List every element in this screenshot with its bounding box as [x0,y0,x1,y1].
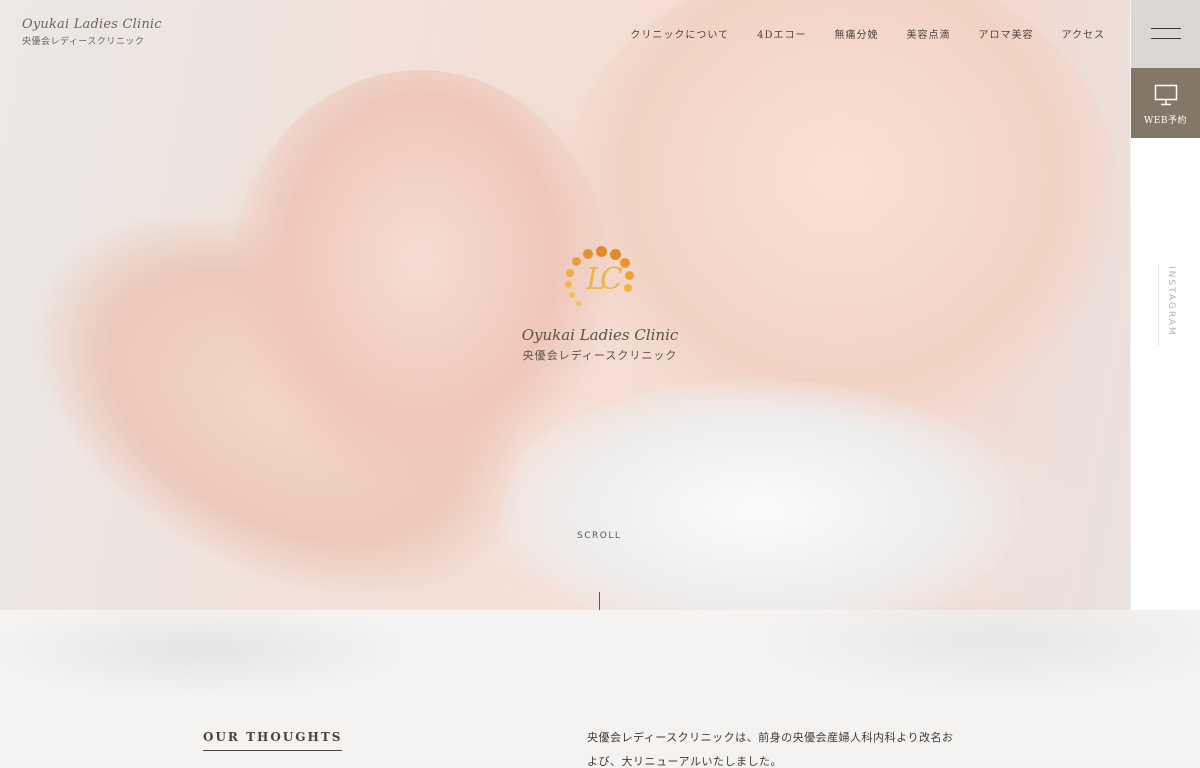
page: Oyukai Ladies Clinic 央優会レディースクリニック クリニック… [0,0,1200,768]
section-intro-text: 央優会レディースクリニックは、前身の央優会産婦人科内科より改名および、大リニュー… [587,731,954,768]
nav-item-painless-delivery[interactable]: 無痛分娩 [835,26,879,41]
nav-item-access[interactable]: アクセス [1062,26,1106,41]
global-nav: クリニックについて 4Dエコー 無痛分娩 美容点滴 アロマ美容 アクセス [630,26,1105,41]
side-panel [1131,138,1200,610]
instagram-link[interactable]: INSTAGRAM [1166,266,1176,337]
header-logo-en: Oyukai Ladies Clinic [22,17,162,32]
hero-logo: LC Oyukai Ladies Clinic 央優会レディースクリニック [520,244,680,363]
menu-toggle[interactable] [1131,0,1200,68]
header-logo-jp: 央優会レディースクリニック [22,37,145,47]
monitor-icon [1154,84,1177,106]
hero-palm-shape [560,0,1120,440]
web-reservation-label: WEB予約 [1144,116,1187,126]
section-heading: OUR THOUGHTS [203,730,343,751]
scroll-line [599,592,600,610]
nav-item-clinic[interactable]: クリニックについて [630,26,729,41]
scroll-label[interactable]: SCROLL [577,531,621,541]
hamburger-icon [1151,28,1181,40]
clinic-logo-mark: LC [560,244,640,324]
nav-item-aroma-beauty[interactable]: アロマ美容 [979,26,1034,41]
web-reservation-button[interactable]: WEB予約 [1131,68,1200,138]
nav-item-4d-echo[interactable]: 4Dエコー [757,26,806,41]
hero-logo-jp: 央優会レディースクリニック [522,349,678,362]
nav-item-beauty-drip[interactable]: 美容点滴 [907,26,951,41]
hero-logo-en: Oyukai Ladies Clinic [521,326,679,344]
instagram-divider [1158,266,1159,346]
our-thoughts-section: OUR THOUGHTS 央優会レディースクリニックは、前身の央優会産婦人科内科… [0,610,1200,768]
header-logo[interactable]: Oyukai Ladies Clinic 央優会レディースクリニック [22,17,162,47]
hero-image: Oyukai Ladies Clinic 央優会レディースクリニック クリニック… [0,0,1130,610]
